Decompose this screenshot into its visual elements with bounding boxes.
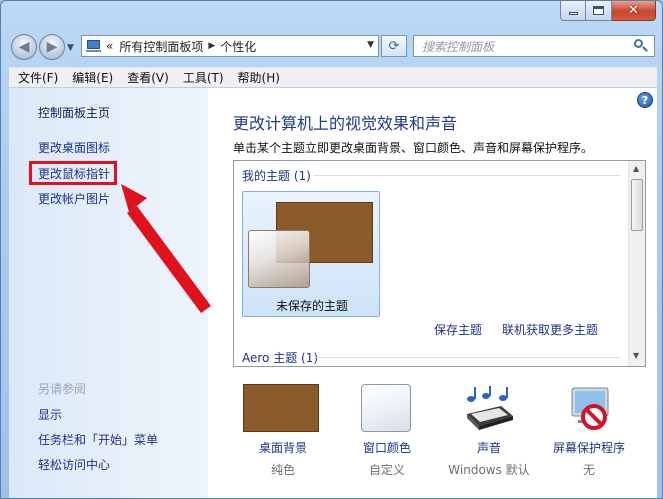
page-description: 单击某个主题立即更改桌面背景、窗口颜色、声音和屏幕保护程序。 [233, 141, 594, 155]
sound-value: Windows 默认 [448, 463, 530, 477]
screensaver-label[interactable]: 屏幕保护程序 [534, 439, 644, 456]
address-bar[interactable]: « 所有控制面板项 ▶ 个性化 ▼ [81, 35, 379, 57]
breadcrumb-all-items[interactable]: 所有控制面板项 [119, 38, 203, 55]
search-icon[interactable] [634, 39, 648, 53]
task-pane: 控制面板主页 更改桌面图标 更改鼠标指针 更改帐户图片 另请参阅 显示 任务栏和… [9, 88, 208, 498]
control-panel-home-link[interactable]: 控制面板主页 [38, 104, 110, 121]
window-color-value: 自定义 [368, 463, 405, 477]
window-color-label[interactable]: 窗口颜色 [332, 439, 442, 456]
display-link[interactable]: 显示 [38, 406, 62, 423]
taskbar-start-menu-link[interactable]: 任务栏和「开始」菜单 [38, 431, 158, 448]
screensaver-none-icon [571, 387, 609, 430]
scroll-thumb[interactable] [631, 179, 643, 231]
close-button[interactable]: ✕ [612, 1, 656, 21]
change-account-picture-link[interactable]: 更改帐户图片 [38, 190, 110, 207]
unsaved-theme-label: 未保存的主题 [275, 299, 348, 313]
ease-of-access-link[interactable]: 轻松访问中心 [38, 456, 110, 473]
window-color-icon [361, 384, 411, 432]
sound-label[interactable]: 声音 [434, 439, 544, 456]
content-area: 控制面板主页 更改桌面图标 更改鼠标指针 更改帐户图片 另请参阅 显示 任务栏和… [9, 88, 657, 498]
menu-help[interactable]: 帮助(H) [231, 69, 287, 86]
help-icon[interactable]: ? [637, 92, 653, 108]
screensaver-value: 无 [582, 463, 595, 477]
forward-button[interactable]: ▶ [39, 34, 65, 60]
menu-file[interactable]: 文件(F) [11, 69, 65, 86]
refresh-button[interactable]: ⟳ [381, 35, 407, 57]
page-title: 更改计算机上的视觉效果和声音 [233, 114, 458, 133]
navigation-bar: ◀ ▶ ▼ « 所有控制面板项 ▶ 个性化 ▼ ⟳ 搜索控制面板 [1, 29, 662, 63]
desktop-background-label[interactable]: 桌面背景 [228, 439, 338, 456]
back-button[interactable]: ◀ [11, 34, 37, 60]
recent-pages-dropdown-icon[interactable]: ▼ [67, 43, 74, 53]
address-dropdown-icon[interactable]: ▼ [367, 40, 374, 50]
menu-view[interactable]: 查看(V) [120, 69, 176, 86]
search-placeholder: 搜索控制面板 [422, 39, 495, 54]
scroll-up-icon[interactable]: ▲ [633, 164, 639, 173]
save-theme-link[interactable]: 保存主题 [434, 321, 482, 338]
sound-notes-icon [467, 386, 513, 430]
menu-bar: 文件(F) 编辑(E) 查看(V) 工具(T) 帮助(H) [9, 67, 657, 87]
menu-edit[interactable]: 编辑(E) [65, 69, 120, 86]
group-divider [314, 175, 620, 176]
change-desktop-icons-link[interactable]: 更改桌面图标 [38, 139, 110, 156]
personalization-window: ✕ ◀ ▶ ▼ « 所有控制面板项 ▶ 个性化 ▼ ⟳ 搜索控制面板 文件(F)… [0, 0, 663, 499]
breadcrumb-personalization[interactable]: 个性化 [220, 38, 256, 55]
maximize-button[interactable] [586, 1, 612, 21]
theme-list: 我的主题 (1) 未保存的主题 保存主题 联机获取更多主题 Aero 主题 (1… [233, 160, 646, 367]
breadcrumb-overflow[interactable]: « [106, 39, 113, 53]
maximize-icon [593, 6, 604, 15]
main-pane: ? 更改计算机上的视觉效果和声音 单击某个主题立即更改桌面背景、窗口颜色、声音和… [208, 88, 657, 498]
control-panel-icon [86, 39, 102, 53]
theme-list-scrollbar[interactable]: ▲ ▼ [628, 161, 645, 366]
desktop-background-value: 纯色 [270, 463, 295, 477]
minimize-button[interactable] [560, 1, 586, 21]
aero-themes-group-header[interactable]: Aero 主题 (1) [242, 349, 318, 366]
see-also-heading: 另请参阅 [38, 382, 87, 396]
scroll-down-icon[interactable]: ▼ [633, 351, 639, 360]
theme-window-color-preview [248, 230, 310, 288]
minimize-icon [568, 12, 578, 15]
desktop-background-icon [243, 384, 319, 432]
refresh-icon: ⟳ [388, 38, 400, 54]
group-divider [314, 357, 620, 358]
breadcrumb-separator-icon[interactable]: ▶ [208, 41, 215, 51]
forward-arrow-icon: ▶ [46, 39, 58, 55]
caption-buttons: ✕ [560, 1, 656, 21]
my-themes-group-header[interactable]: 我的主题 (1) [242, 167, 311, 184]
annotation-highlight-box [29, 161, 117, 185]
menu-tools[interactable]: 工具(T) [176, 69, 231, 86]
search-input[interactable]: 搜索控制面板 [413, 35, 655, 57]
close-icon: ✕ [628, 3, 639, 18]
back-arrow-icon: ◀ [18, 39, 30, 55]
unsaved-theme-card[interactable]: 未保存的主题 [242, 191, 380, 317]
get-more-themes-online-link[interactable]: 联机获取更多主题 [502, 321, 598, 338]
